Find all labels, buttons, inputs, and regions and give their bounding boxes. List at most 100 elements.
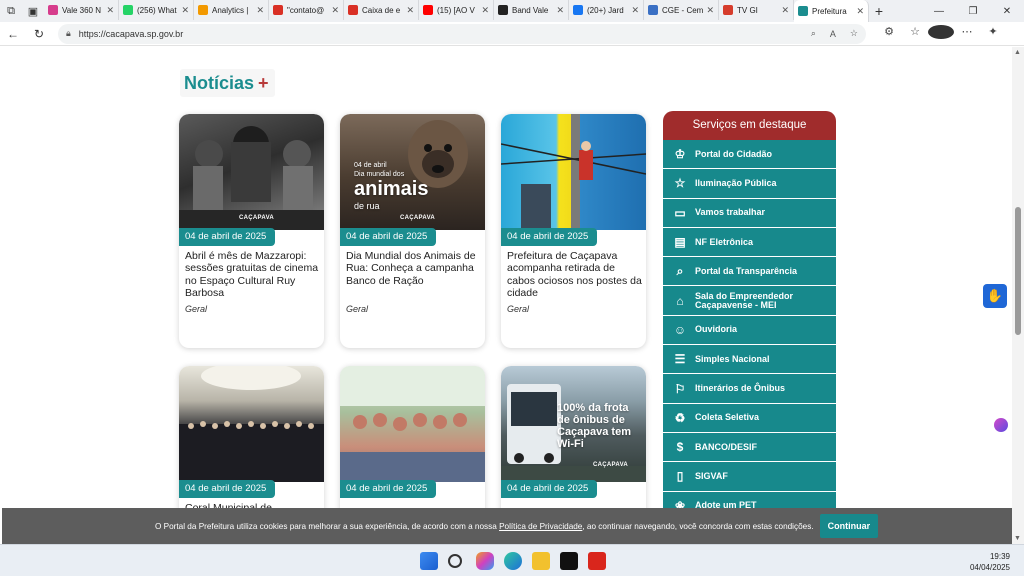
cookie-continue-button[interactable]: Continuar xyxy=(819,514,879,538)
cookie-text: O Portal da Prefeitura utiliza cookies p… xyxy=(155,522,814,531)
browser-tab[interactable]: Prefeitura ✕ xyxy=(794,0,869,22)
news-title-text[interactable]: Dia Mundial dos Animais de Rua: Conheça … xyxy=(346,250,482,287)
scrollbar-thumb[interactable] xyxy=(1015,207,1021,335)
page-viewport: Notícias + CAÇAPAVA 04 de abril de 2025 … xyxy=(0,47,1012,544)
service-item[interactable]: ⌂ Sala do Empreendedor Caçapavense - MEI xyxy=(663,286,836,316)
news-image[interactable]: 100% da frota de ônibus de Caçapava tem … xyxy=(501,366,646,482)
system-clock[interactable]: 19:39 04/04/2025 xyxy=(970,551,1010,573)
service-item[interactable]: $ BANCO/DESIF xyxy=(663,432,836,463)
news-card[interactable]: 04 de abril Dia mundial dos animais de r… xyxy=(340,114,485,348)
profile-avatar[interactable] xyxy=(928,25,954,42)
service-item[interactable]: ▭ Vamos trabalhar xyxy=(663,198,836,228)
extensions-icon[interactable]: ⚙ xyxy=(876,25,902,42)
tab-close-icon[interactable]: ✕ xyxy=(706,5,714,16)
zoom-icon[interactable]: ⌕ xyxy=(811,28,816,39)
close-window-icon[interactable]: ✕ xyxy=(990,6,1024,17)
news-image[interactable] xyxy=(179,366,324,482)
browser-tab[interactable]: "contato@ ✕ xyxy=(269,0,344,20)
search-icon: ⌕ xyxy=(676,263,684,278)
service-item[interactable]: ▯ SIGVAF xyxy=(663,462,836,492)
new-tab-button[interactable]: + xyxy=(869,3,889,19)
start-menu-icon[interactable] xyxy=(420,552,438,570)
clock-time: 19:39 xyxy=(989,552,1010,561)
tab-close-icon[interactable]: ✕ xyxy=(256,5,264,16)
news-more-plus[interactable]: + xyxy=(258,73,269,94)
tab-favicon-icon xyxy=(273,5,283,15)
tab-close-icon[interactable]: ✕ xyxy=(331,5,339,16)
news-category[interactable]: Geral xyxy=(185,304,207,314)
page-scrollbar[interactable]: ▲ ▼ xyxy=(1012,47,1024,544)
browser-tab[interactable]: (15) [AO V ✕ xyxy=(419,0,494,20)
service-item[interactable]: ☆ Iluminação Pública xyxy=(663,169,836,199)
workspaces-icon[interactable]: ⧉ xyxy=(0,0,22,22)
news-card[interactable]: CAÇAPAVA 04 de abril de 2025 Abril é mês… xyxy=(179,114,324,348)
file-explorer-icon[interactable] xyxy=(532,552,550,570)
browser-tab-strip: ⧉ ▣ Vale 360 N ✕ (256) What ✕ Analytics | ✕ "c… xyxy=(0,0,1024,22)
browser-tab[interactable]: (20+) Jard ✕ xyxy=(569,0,644,20)
service-label: Simples Nacional xyxy=(695,353,770,364)
read-aloud-icon[interactable]: A xyxy=(830,29,836,39)
copilot-icon[interactable]: ✦ xyxy=(980,25,1006,42)
news-image[interactable] xyxy=(340,366,485,482)
service-label: Iluminação Pública xyxy=(695,177,777,188)
browser-tab[interactable]: (256) What ✕ xyxy=(119,0,194,20)
tab-close-icon[interactable]: ✕ xyxy=(556,5,564,16)
tab-close-icon[interactable]: ✕ xyxy=(106,5,114,16)
service-item[interactable]: ☰ Simples Nacional xyxy=(663,345,836,375)
service-item[interactable]: ⌕ Portal da Transparência xyxy=(663,257,836,287)
tab-favicon-icon xyxy=(423,5,433,15)
tab-close-icon[interactable]: ✕ xyxy=(781,5,789,16)
tab-actions-icon[interactable]: ▣ xyxy=(22,0,44,22)
more-menu-icon[interactable]: ⋯ xyxy=(954,25,980,42)
news-card[interactable]: 04 de abril de 2025 Prefeitura de Caçapa… xyxy=(501,114,646,348)
tab-close-icon[interactable]: ✕ xyxy=(856,6,864,17)
tab-close-icon[interactable]: ✕ xyxy=(406,5,414,16)
news-heading[interactable]: Notícias + xyxy=(180,69,275,97)
news-title-text[interactable]: Abril é mês de Mazzaropi: sessões gratui… xyxy=(185,250,321,299)
tab-close-icon[interactable]: ✕ xyxy=(181,5,189,16)
service-item[interactable]: ♻ Coleta Seletiva xyxy=(663,403,836,433)
news-image[interactable]: CAÇAPAVA xyxy=(179,114,324,230)
news-category[interactable]: Geral xyxy=(507,304,529,314)
tab-close-icon[interactable]: ✕ xyxy=(481,5,489,16)
restore-icon[interactable]: ❐ xyxy=(956,6,990,17)
copilot-taskbar-icon[interactable] xyxy=(476,552,494,570)
favorite-star-icon[interactable]: ☆ xyxy=(850,28,858,39)
news-title: Notícias xyxy=(184,72,255,93)
news-image[interactable]: 04 de abril Dia mundial dos animais de r… xyxy=(340,114,485,230)
url-input[interactable]: 🔒︎ https://cacapava.sp.gov.br ⌕ A ☆ xyxy=(58,23,866,44)
news-date: 04 de abril de 2025 xyxy=(179,228,276,246)
browser-tab[interactable]: Vale 360 N ✕ xyxy=(44,0,119,20)
browser-tab[interactable]: Caixa de e ✕ xyxy=(344,0,419,20)
service-item[interactable]: ⚐ Itinerários de Ônibus xyxy=(663,374,836,404)
service-item[interactable]: ♔ Portal do Cidadão xyxy=(663,140,836,170)
news-title-text[interactable]: Prefeitura de Caçapava acompanha retirad… xyxy=(507,250,643,299)
browser-tab[interactable]: Analytics | ✕ xyxy=(194,0,269,20)
scroll-up-icon[interactable]: ▲ xyxy=(1014,49,1021,56)
url-text[interactable]: https://cacapava.sp.gov.br xyxy=(79,29,797,39)
tab-close-icon[interactable]: ✕ xyxy=(631,5,639,16)
accessibility-hand-icon[interactable]: ✋ xyxy=(983,284,1007,308)
edge-browser-icon[interactable] xyxy=(504,552,522,570)
scroll-down-icon[interactable]: ▼ xyxy=(1014,535,1021,542)
service-item[interactable]: ☺ Ouvidoria xyxy=(663,315,836,346)
service-item[interactable]: ▤ NF Eletrônica xyxy=(663,227,836,258)
assistant-widget-icon[interactable] xyxy=(994,418,1008,432)
minimize-icon[interactable]: — xyxy=(922,6,956,17)
back-icon[interactable]: ← xyxy=(0,27,26,41)
browser-tab[interactable]: CGE - Cem ✕ xyxy=(644,0,719,20)
capcut-icon[interactable] xyxy=(560,552,578,570)
browser-tab[interactable]: TV GI ✕ xyxy=(719,0,794,20)
favorites-icon[interactable]: ☆ xyxy=(902,25,928,42)
acrobat-icon[interactable] xyxy=(588,552,606,570)
news-image[interactable] xyxy=(501,114,646,230)
refresh-icon[interactable]: ↻ xyxy=(26,27,52,41)
service-label: Coleta Seletiva xyxy=(695,412,760,423)
lock-icon[interactable]: 🔒︎ xyxy=(66,28,71,39)
browser-tab[interactable]: Band Vale ✕ xyxy=(494,0,569,20)
privacy-policy-link[interactable]: Política de Privacidade xyxy=(499,522,582,531)
cacapava-logo: CAÇAPAVA xyxy=(593,462,629,468)
news-category[interactable]: Geral xyxy=(346,304,368,314)
search-icon[interactable] xyxy=(448,554,462,568)
tab-label: CGE - Cem xyxy=(662,5,704,15)
